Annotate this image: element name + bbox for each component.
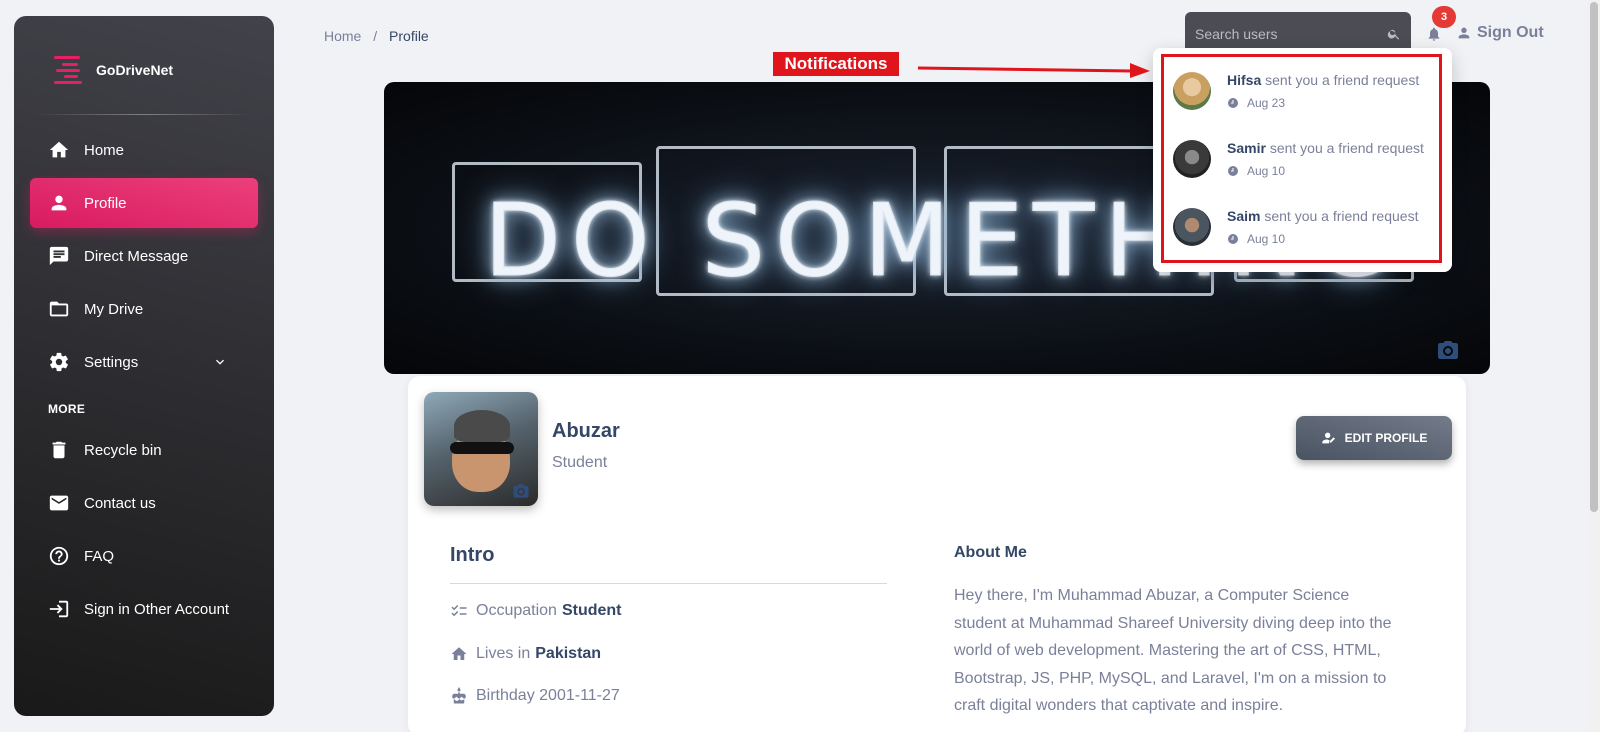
search-icon[interactable] (1387, 27, 1401, 41)
intro-occupation: Occupation Student (450, 602, 621, 620)
notification-item[interactable]: Saim sent you a friend request Aug 10 (1173, 208, 1418, 246)
notification-count-badge: 3 (1432, 6, 1456, 28)
intro-lives-in: Lives in Pakistan (450, 645, 601, 663)
sidebar-nav: Home Profile Direct Message My Drive Set… (14, 125, 274, 634)
checklist-icon (451, 605, 467, 617)
scrollbar[interactable] (1588, 0, 1600, 732)
notification-sender: Hifsa (1227, 72, 1262, 88)
sidebar-item-recycle-bin[interactable]: Recycle bin (30, 425, 258, 475)
avatar (1173, 208, 1211, 246)
change-avatar-button[interactable] (510, 482, 532, 500)
intro-lives-label: Lives in (476, 645, 531, 662)
sidebar-item-label: Recycle bin (84, 441, 162, 459)
sign-out-button[interactable]: Sign Out (1456, 24, 1544, 42)
sidebar-item-faq[interactable]: FAQ (30, 531, 258, 581)
folder-icon (49, 301, 69, 317)
edit-profile-button[interactable]: EDIT PROFILE (1296, 416, 1452, 460)
scrollbar-thumb[interactable] (1590, 2, 1598, 512)
clock-icon (1228, 98, 1238, 108)
sidebar-item-profile[interactable]: Profile (30, 178, 258, 228)
edit-user-icon (1321, 432, 1335, 444)
brand-logo-icon (52, 54, 84, 86)
sidebar-item-direct-message[interactable]: Direct Message (30, 231, 258, 281)
clock-icon (1228, 234, 1238, 244)
help-icon (49, 546, 69, 566)
notification-time: Aug 10 (1247, 232, 1286, 246)
notification-bell-button[interactable] (1426, 26, 1444, 44)
avatar (1173, 72, 1211, 110)
intro-title: Intro (450, 544, 495, 566)
breadcrumb-current: Profile (389, 28, 429, 44)
annotation-arrow-icon (918, 63, 1150, 78)
divider (34, 114, 254, 115)
home-icon (451, 647, 467, 660)
intro-birthday-text: Birthday 2001-11-27 (476, 687, 620, 704)
avatar (1173, 140, 1211, 178)
sidebar-item-label: Home (84, 141, 125, 159)
cake-icon (452, 687, 466, 704)
sidebar-item-label: Direct Message (84, 247, 189, 265)
bell-icon (1428, 27, 1440, 41)
intro-occupation-value: Student (561, 602, 622, 619)
intro-lives-value: Pakistan (535, 645, 602, 662)
more-section-label: MORE (48, 402, 86, 416)
sidebar-item-home[interactable]: Home (30, 125, 258, 175)
chevron-down-icon (216, 359, 224, 365)
search-input[interactable] (1195, 26, 1375, 42)
breadcrumb-home[interactable]: Home (324, 28, 361, 44)
notification-item[interactable]: Samir sent you a friend request Aug 10 (1173, 140, 1424, 178)
home-icon (49, 141, 69, 158)
about-me-text: Hey there, I'm Muhammad Abuzar, a Comput… (954, 587, 1392, 714)
profile-card: Abuzar Student EDIT PROFILE Intro Occupa… (408, 376, 1466, 732)
intro-birthday: Birthday 2001-11-27 (450, 687, 620, 705)
breadcrumb: Home / Profile (324, 28, 429, 44)
login-icon (49, 600, 69, 618)
mail-icon (49, 495, 69, 511)
breadcrumb-separator: / (373, 28, 378, 44)
brand[interactable]: GoDriveNet (14, 16, 274, 98)
notification-text: sent you a friend request (1265, 72, 1420, 88)
brand-name: GoDriveNet (96, 62, 174, 78)
edit-profile-label: EDIT PROFILE (1344, 431, 1428, 445)
sidebar-item-label: Contact us (84, 494, 156, 512)
profile-role: Student (552, 454, 608, 471)
notification-time: Aug 23 (1247, 96, 1286, 110)
about-me-title: About Me (954, 544, 1027, 561)
sign-out-label: Sign Out (1477, 24, 1544, 41)
person-icon (51, 195, 67, 211)
sidebar-item-label: My Drive (84, 300, 144, 318)
sidebar-item-label: Sign in Other Account (84, 600, 230, 618)
sidebar-item-settings[interactable]: Settings (30, 337, 258, 387)
sidebar-item-my-drive[interactable]: My Drive (30, 284, 258, 334)
annotation-label: Notifications (773, 52, 899, 76)
camera-icon (1438, 341, 1458, 359)
sidebar-item-label: Profile (84, 194, 127, 212)
camera-icon (513, 484, 529, 498)
notification-time: Aug 10 (1247, 164, 1286, 178)
notification-text: sent you a friend request (1264, 208, 1419, 224)
sidebar-item-contact-us[interactable]: Contact us (30, 478, 258, 528)
divider (450, 583, 887, 584)
sidebar-item-label: FAQ (84, 547, 115, 565)
notification-sender: Saim (1227, 208, 1261, 224)
sidebar: GoDriveNet Home Profile Direct Message M… (14, 16, 274, 716)
notification-item[interactable]: Hifsa sent you a friend request Aug 23 (1173, 72, 1419, 110)
sidebar-item-sign-in-other-account[interactable]: Sign in Other Account (30, 584, 258, 634)
clock-icon (1228, 166, 1238, 176)
notifications-dropdown: Hifsa sent you a friend request Aug 23 S… (1153, 48, 1452, 272)
profile-avatar[interactable] (424, 392, 538, 506)
notification-sender: Samir (1227, 140, 1266, 156)
intro-occupation-label: Occupation (476, 602, 557, 619)
notification-text: sent you a friend request (1269, 140, 1424, 156)
trash-icon (52, 441, 66, 459)
change-cover-button[interactable] (1434, 338, 1462, 362)
sidebar-item-label: Settings (84, 353, 139, 371)
gear-icon (50, 352, 68, 372)
person-icon (1458, 27, 1470, 39)
profile-name: Abuzar (552, 420, 620, 442)
chat-icon (49, 246, 69, 266)
